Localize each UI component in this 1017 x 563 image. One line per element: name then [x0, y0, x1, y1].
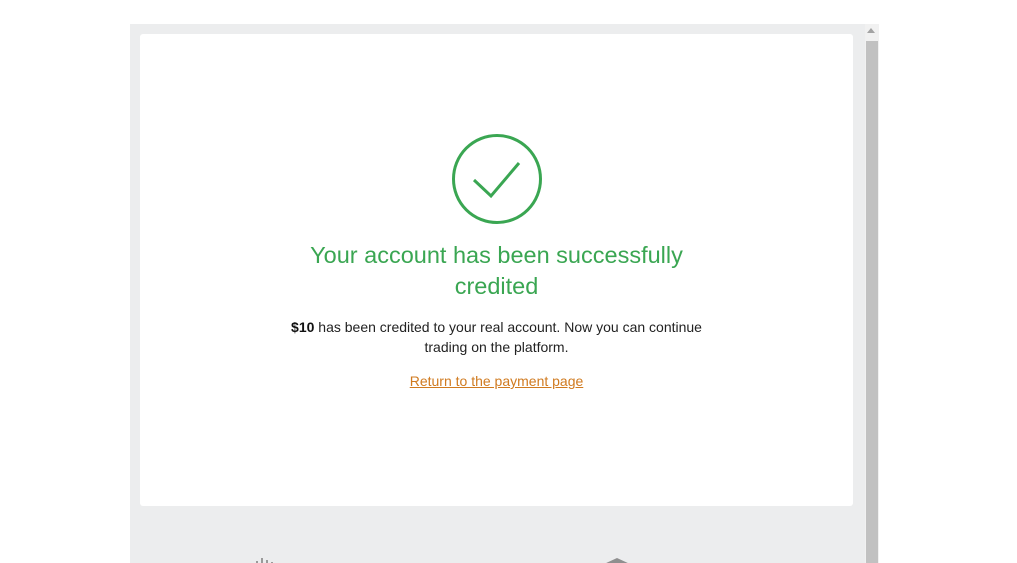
shield-icon [602, 554, 632, 563]
credit-message: $10 has been credited to your real accou… [270, 317, 723, 357]
payment-result-card: Your account has been successfully credi… [140, 34, 853, 506]
scroll-up-arrow-icon[interactable] [867, 28, 875, 33]
caret-up-icon [494, 554, 500, 563]
success-headline: Your account has been successfully credi… [310, 242, 683, 299]
vertical-scrollbar[interactable] [865, 24, 879, 563]
scrollbar-thumb[interactable] [866, 41, 878, 563]
sparkle-icon [250, 554, 278, 563]
credit-message-text: has been credited to your real account. … [314, 319, 702, 355]
check-circle-icon [451, 133, 543, 225]
return-to-payment-link[interactable]: Return to the payment page [340, 372, 653, 390]
payment-modal-frame: Your account has been successfully credi… [130, 24, 879, 563]
credited-amount: $10 [291, 319, 315, 335]
